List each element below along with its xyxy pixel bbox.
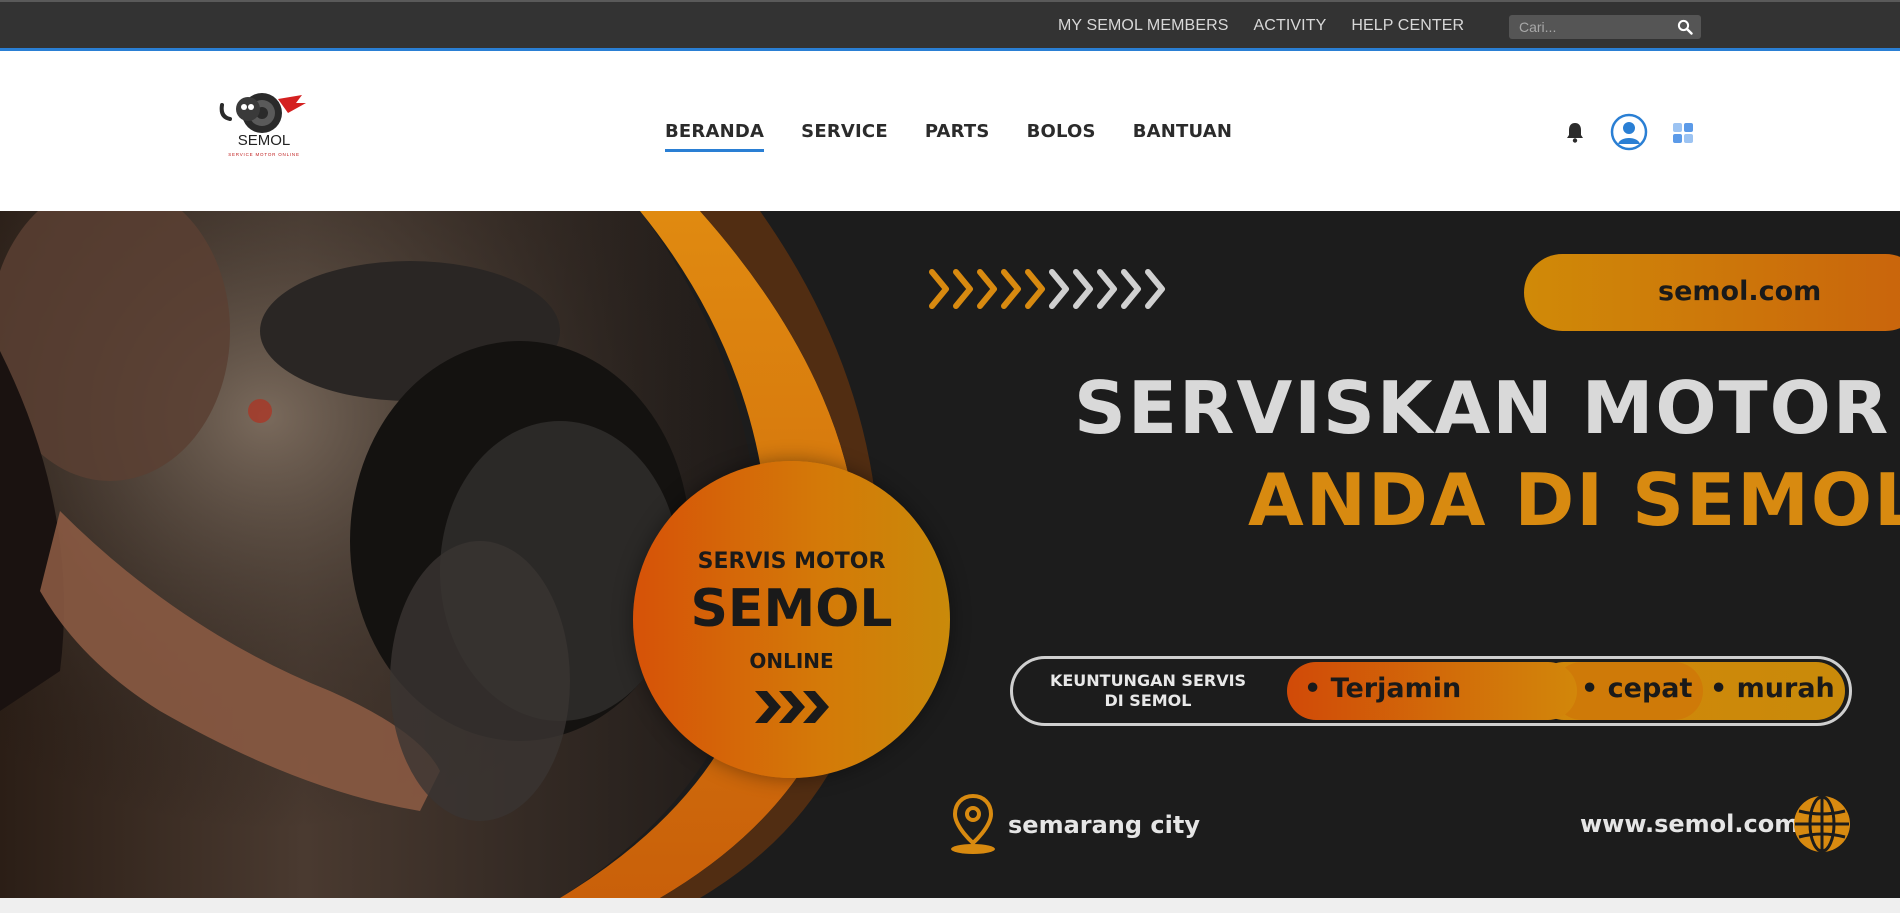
triple-chevron-icon: [755, 691, 829, 723]
top-link-activity[interactable]: ACTIVITY: [1254, 17, 1327, 35]
page-bottom-strip: [0, 898, 1900, 913]
nav-bolos[interactable]: BOLOS: [1027, 121, 1096, 142]
benefits-bar: KEUNTUNGAN SERVIS DI SEMOL • Terjamin • …: [1010, 656, 1852, 726]
user-avatar-icon[interactable]: [1610, 113, 1648, 151]
domain-pill: semol.com: [1524, 254, 1900, 331]
top-bar: MY SEMOL MEMBERS ACTIVITY HELP CENTER: [0, 0, 1900, 51]
nav-parts[interactable]: PARTS: [925, 121, 990, 142]
bell-icon[interactable]: [1565, 121, 1585, 143]
logo-subtext: SERVICE MOTOR ONLINE: [228, 152, 300, 157]
top-link-help-center[interactable]: HELP CENTER: [1351, 17, 1464, 35]
nav-bantuan[interactable]: BANTUAN: [1133, 121, 1232, 142]
top-nav: MY SEMOL MEMBERS ACTIVITY HELP CENTER: [1058, 2, 1489, 50]
badge-line3: ONLINE: [749, 649, 834, 673]
benefits-label: KEUNTUNGAN SERVIS DI SEMOL: [1049, 671, 1247, 710]
semol-logo[interactable]: SEMOL SERVICE MOTOR ONLINE: [218, 91, 310, 161]
search-input[interactable]: [1509, 19, 1669, 35]
top-search-box: [1509, 15, 1701, 39]
apps-grid-icon[interactable]: [1672, 122, 1694, 144]
badge-line1: SERVIS MOTOR: [697, 549, 886, 574]
hero-banner[interactable]: semol.com SERVISKAN MOTOR ANDA DI SEMOL …: [0, 211, 1900, 898]
location-pin-icon: [951, 793, 995, 854]
headline-line2: ANDA DI SEMOL: [1248, 458, 1900, 542]
benefit-terjamin: • Terjamin: [1304, 673, 1462, 704]
benefit-cepat: • cepat: [1581, 673, 1693, 704]
globe-icon: [1794, 795, 1850, 853]
badge-line2: SEMOL: [690, 579, 893, 639]
location-text: semarang city: [1008, 811, 1200, 839]
website-text: www.semol.com: [1580, 810, 1800, 838]
top-link-members[interactable]: MY SEMOL MEMBERS: [1058, 17, 1229, 35]
benefit-murah: • murah: [1710, 673, 1835, 704]
search-icon[interactable]: [1677, 19, 1693, 35]
nav-service[interactable]: SERVICE: [801, 121, 888, 142]
chevron-arrows-icon: [929, 269, 1165, 309]
logo-text: SEMOL: [238, 132, 291, 149]
nav-beranda[interactable]: BERANDA: [665, 121, 765, 152]
domain-text: semol.com: [1658, 276, 1822, 307]
service-badge-circle: SERVIS MOTOR SEMOL ONLINE: [633, 461, 950, 778]
main-nav: BERANDA SERVICE PARTS BOLOS BANTUAN: [665, 51, 1269, 211]
headline-line1: SERVISKAN MOTOR: [1074, 366, 1891, 450]
main-header: SEMOL SERVICE MOTOR ONLINE BERANDA SERVI…: [0, 51, 1900, 211]
